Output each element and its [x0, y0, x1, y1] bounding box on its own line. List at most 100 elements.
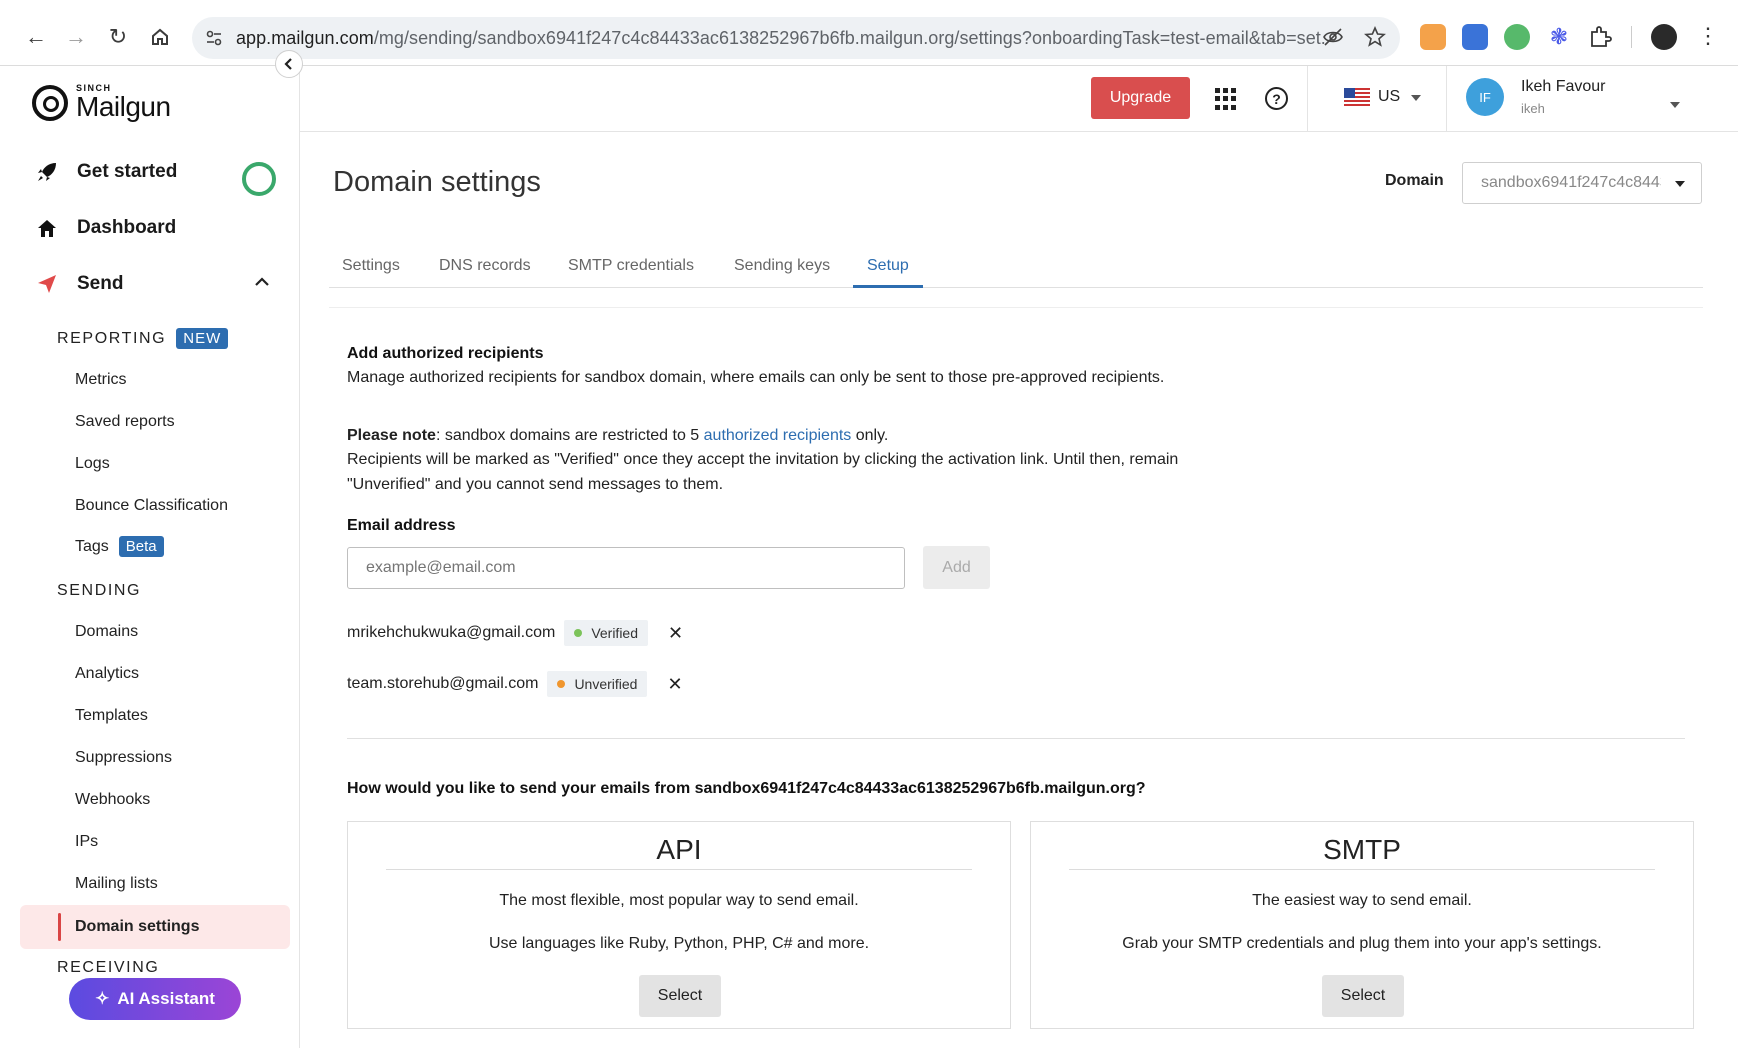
ai-assistant-label: AI Assistant: [117, 989, 215, 1008]
home-icon: [35, 216, 59, 240]
sidebar-item-metrics[interactable]: Metrics: [75, 371, 127, 389]
tab-smtp-credentials[interactable]: SMTP credentials: [568, 257, 694, 275]
back-icon[interactable]: ←: [21, 22, 51, 52]
profile-avatar[interactable]: [1651, 24, 1677, 50]
sidebar-item-label: Send: [77, 273, 124, 294]
user-avatar[interactable]: IF: [1466, 78, 1504, 116]
chevron-up-icon[interactable]: [255, 274, 269, 290]
extension-icon-blue[interactable]: [1462, 24, 1488, 50]
remove-recipient-close-icon[interactable]: ✕: [668, 623, 683, 644]
remove-recipient-close-icon[interactable]: ✕: [667, 674, 682, 695]
collapse-sidebar-button[interactable]: [275, 50, 303, 78]
toolbar-divider: [1631, 26, 1632, 48]
authorized-recipients-link[interactable]: authorized recipients: [704, 427, 852, 444]
option-title: API: [656, 834, 702, 865]
sandbox-note: Please note: sandbox domains are restric…: [347, 423, 888, 448]
metamask-extension-icon[interactable]: [1420, 24, 1446, 50]
page-title: Domain settings: [333, 166, 541, 198]
sidebar-item-get-started[interactable]: Get started: [35, 160, 177, 184]
extension-icon-asterisk[interactable]: ❃: [1546, 24, 1572, 50]
sidebar-item-saved-reports[interactable]: Saved reports: [75, 413, 175, 431]
onboarding-progress-ring: [242, 162, 276, 196]
apps-grid-icon[interactable]: [1215, 88, 1237, 110]
new-badge: NEW: [176, 328, 229, 349]
sidebar-item-dashboard[interactable]: Dashboard: [35, 216, 176, 240]
tab-bar: Settings DNS records SMTP credentials Se…: [329, 245, 1703, 288]
status-dot-icon: [557, 680, 566, 688]
section-divider: [347, 738, 1685, 739]
api-option-card: API The most flexible, most popular way …: [347, 821, 1011, 1029]
domain-select[interactable]: sandbox6941f247c4c84433ac6138252967b6fb.…: [1462, 162, 1702, 204]
recipients-heading: Add authorized recipients: [347, 345, 544, 362]
url-host: app.mailgun.com: [236, 27, 374, 48]
status-label: Verified: [591, 625, 639, 641]
email-address-input[interactable]: [347, 547, 905, 589]
status-badge: Verified: [564, 620, 649, 646]
extensions-puzzle-icon[interactable]: [1587, 24, 1613, 50]
note-bold: Please note: [347, 427, 436, 444]
reporting-section-header: REPORTING NEW: [57, 328, 229, 349]
note-text: only.: [851, 427, 889, 444]
tab-sending-keys[interactable]: Sending keys: [734, 257, 830, 275]
help-icon[interactable]: ?: [1265, 87, 1288, 110]
mailgun-logo[interactable]: SINCH Mailgun: [32, 84, 171, 121]
sidebar-item-mailing-lists[interactable]: Mailing lists: [75, 875, 158, 893]
home-browser-icon[interactable]: [145, 22, 175, 52]
url-path: /mg/sending/sandbox6941f247c4c84433ac613…: [373, 27, 1326, 48]
forward-icon[interactable]: →: [61, 22, 91, 52]
header-divider: [1307, 66, 1308, 132]
caret-down-icon: [1410, 95, 1421, 101]
sending-section-header: SENDING: [57, 582, 142, 599]
recipient-email: mrikehchukwuka@gmail.com: [347, 624, 556, 641]
sidebar-item-suppressions[interactable]: Suppressions: [75, 749, 172, 767]
beta-badge: Beta: [118, 536, 164, 557]
sidebar-item-label: Tags: [75, 537, 109, 555]
sidebar-item-label: Dashboard: [77, 217, 177, 238]
sidebar-item-domain-settings[interactable]: Domain settings: [20, 905, 290, 949]
ai-assistant-button[interactable]: ✧ AI Assistant: [69, 978, 241, 1020]
sidebar-item-send[interactable]: Send: [35, 272, 123, 296]
recipient-email: team.storehub@gmail.com: [347, 675, 539, 692]
tab-setup[interactable]: Setup: [867, 257, 909, 275]
receiving-section-header: RECEIVING: [57, 959, 160, 976]
region-selector[interactable]: US: [1378, 88, 1421, 106]
sidebar-item-tags[interactable]: Tags Beta: [75, 536, 164, 557]
address-bar[interactable]: app.mailgun.com/mg/sending/sandbox6941f2…: [192, 17, 1400, 59]
sidebar-item-domains[interactable]: Domains: [75, 623, 138, 641]
rocket-icon: [35, 160, 59, 184]
select-api-button[interactable]: Select: [639, 975, 721, 1017]
sidebar-item-templates[interactable]: Templates: [75, 707, 148, 725]
user-name[interactable]: Ikeh Favour: [1521, 78, 1605, 96]
recipients-description: Manage authorized recipients for sandbox…: [347, 369, 1165, 386]
header-divider: [1446, 66, 1447, 132]
sidebar-item-bounce-classification[interactable]: Bounce Classification: [75, 497, 228, 515]
extension-icon-green[interactable]: [1504, 24, 1530, 50]
caret-down-icon: [1675, 181, 1685, 187]
domain-select-value: sandbox6941f247c4c84433ac6138252967b6fb.…: [1481, 174, 1661, 191]
logo-brand-text: Mailgun: [76, 91, 171, 122]
browser-toolbar: ← → ↻ app.mailgun.com/mg/sending/sandbox…: [0, 0, 1738, 66]
tab-dns-records[interactable]: DNS records: [439, 257, 531, 275]
user-menu-caret-icon[interactable]: [1670, 95, 1680, 113]
select-smtp-button[interactable]: Select: [1322, 975, 1404, 1017]
option-description: Use languages like Ruby, Python, PHP, C#…: [488, 935, 870, 952]
site-settings-icon[interactable]: [192, 29, 236, 47]
sidebar-item-label: Get started: [77, 161, 178, 182]
url-text[interactable]: app.mailgun.com/mg/sending/sandbox6941f2…: [236, 28, 1326, 49]
option-divider: [386, 869, 972, 870]
sidebar-item-ips[interactable]: IPs: [75, 833, 98, 851]
sidebar: SINCH Mailgun Get started Dashboard Send…: [10, 66, 300, 1048]
upgrade-button[interactable]: Upgrade: [1091, 77, 1190, 119]
option-title: SMTP: [1323, 834, 1401, 865]
browser-menu-icon[interactable]: ⋮: [1695, 24, 1721, 50]
tab-settings[interactable]: Settings: [342, 257, 400, 275]
sidebar-item-analytics[interactable]: Analytics: [75, 665, 139, 683]
sidebar-item-webhooks[interactable]: Webhooks: [75, 791, 150, 809]
eye-off-icon[interactable]: [1322, 26, 1344, 53]
sidebar-item-logs[interactable]: Logs: [75, 455, 110, 473]
section-header-label: REPORTING: [57, 329, 167, 347]
bookmark-star-icon[interactable]: [1364, 25, 1386, 53]
add-recipient-button[interactable]: Add: [923, 546, 990, 589]
reload-icon[interactable]: ↻: [103, 22, 133, 52]
sparkle-icon: ✧: [95, 989, 110, 1008]
